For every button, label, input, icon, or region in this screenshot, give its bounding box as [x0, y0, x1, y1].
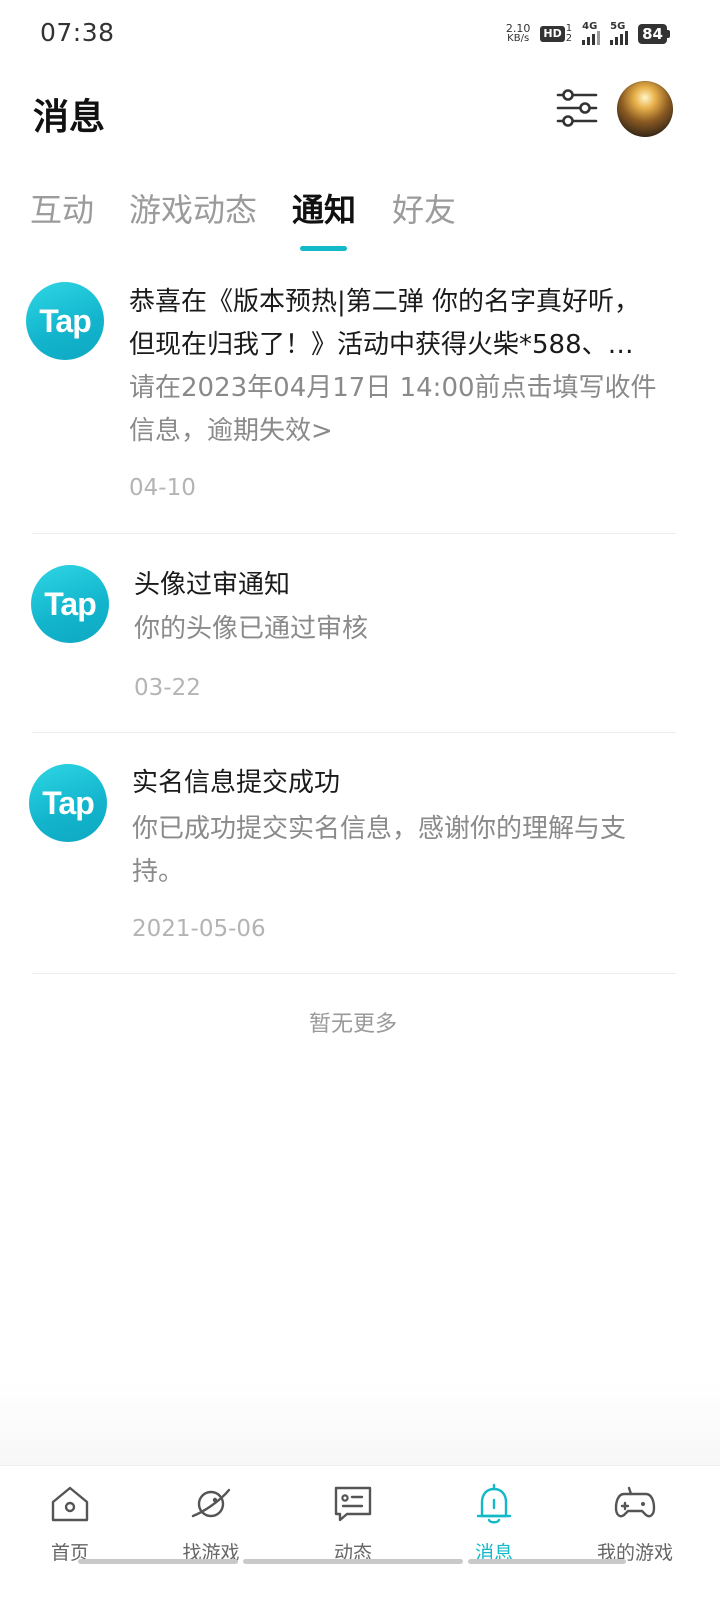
notification-date: 2021-05-06 — [132, 916, 266, 942]
notification-date: 03-22 — [134, 675, 201, 701]
signal-5g-label: 5G — [610, 21, 626, 32]
filter-settings-button[interactable] — [555, 86, 599, 130]
notification-item[interactable]: Tap 恭喜在《版本预热|第二弹 你的名字真好听， 但现在归我了！》活动中获得火… — [0, 270, 720, 532]
signal-4g-label: 4G — [582, 21, 598, 32]
notification-desc-line: 持。 — [132, 857, 185, 887]
network-speed: 2.10 KB/s — [506, 23, 531, 44]
notification-desc-line: 请在2023年04月17日 14:00前点击填写收件 — [129, 373, 657, 403]
hd-voice-icon: HD 1 2 — [540, 24, 572, 44]
bell-icon — [476, 1483, 512, 1524]
gesture-bar-segment — [243, 1559, 463, 1564]
tab-notifications[interactable]: 通知 — [292, 185, 356, 231]
nav-find-games[interactable]: 找游戏 — [151, 1482, 271, 1565]
status-icons: 2.10 KB/s HD 1 2 4G 5G 84 — [506, 20, 670, 48]
signal-5g-icon: 5G — [610, 21, 629, 45]
tab-interaction[interactable]: 互动 — [30, 185, 94, 231]
status-bar: 07:38 2.10 KB/s HD 1 2 4G 5G 84 — [0, 0, 720, 68]
tap-logo-icon: Tap — [31, 565, 109, 643]
hd-label: HD — [540, 26, 565, 42]
notification-title-line: 但现在归我了！》活动中获得火柴*588、… — [129, 330, 634, 360]
page-title: 消息 — [33, 97, 106, 138]
network-speed-unit: KB/s — [507, 33, 530, 44]
tap-logo-icon: Tap — [26, 282, 104, 360]
nav-my-games[interactable]: 我的游戏 — [575, 1482, 695, 1565]
notification-title: 恭喜在《版本预热|第二弹 你的名字真好听， 但现在归我了！》活动中获得火柴*58… — [129, 281, 640, 367]
no-more-text: 暂无更多 — [308, 1012, 397, 1037]
status-time: 07:38 — [40, 18, 115, 47]
chat-icon — [334, 1486, 372, 1522]
gamepad-icon — [614, 1486, 656, 1518]
notification-date: 04-10 — [129, 475, 196, 501]
notification-title: 实名信息提交成功 — [132, 768, 341, 798]
nav-home[interactable]: 首页 — [10, 1482, 130, 1565]
notification-desc-line: 信息，逾期失效> — [129, 416, 333, 446]
bottom-navigation: 首页 找游戏 动态 消息 我的游戏 — [0, 1465, 720, 1600]
gesture-bar-segment — [78, 1559, 238, 1564]
bottom-fade — [0, 1380, 720, 1465]
tab-game-updates[interactable]: 游戏动态 — [129, 185, 257, 231]
notification-title-line: 恭喜在《版本预热|第二弹 你的名字真好听， — [129, 287, 641, 317]
divider — [32, 973, 676, 974]
sliders-icon — [556, 89, 598, 127]
signal-4g-icon: 4G — [582, 21, 601, 45]
notification-description: 你已成功提交实名信息，感谢你的理解与支 持。 — [132, 808, 626, 894]
battery-icon: 84 — [638, 24, 670, 44]
home-icon — [51, 1486, 89, 1522]
planet-icon — [191, 1488, 231, 1518]
active-tab-indicator — [300, 246, 347, 251]
divider — [32, 732, 676, 733]
tap-logo-icon: Tap — [29, 764, 107, 842]
notification-description[interactable]: 请在2023年04月17日 14:00前点击填写收件 信息，逾期失效> — [129, 367, 657, 453]
notification-title: 头像过审通知 — [134, 570, 291, 600]
notification-description: 你的头像已通过审核 — [134, 614, 369, 644]
user-avatar[interactable] — [617, 81, 673, 137]
message-tabs: 互动 游戏动态 通知 好友 — [0, 185, 720, 255]
battery-level: 84 — [638, 24, 667, 44]
divider — [32, 533, 676, 534]
notification-desc-line: 你已成功提交实名信息，感谢你的理解与支 — [132, 814, 627, 844]
hd-sub-bottom: 2 — [565, 33, 573, 44]
notification-item[interactable]: Tap 头像过审通知 你的头像已通过审核 03-22 — [0, 553, 720, 731]
notification-item[interactable]: Tap 实名信息提交成功 你已成功提交实名信息，感谢你的理解与支 持。 2021… — [0, 752, 720, 972]
nav-messages[interactable]: 消息 — [434, 1482, 554, 1565]
nav-feed[interactable]: 动态 — [293, 1482, 413, 1565]
tab-friends[interactable]: 好友 — [392, 185, 456, 231]
gesture-bar-segment — [468, 1559, 626, 1564]
